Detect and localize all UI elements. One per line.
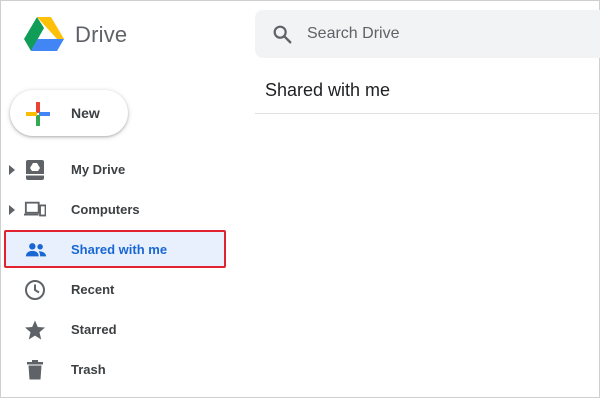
sidebar-item-recent[interactable]: Recent [0, 270, 240, 310]
sidebar-item-starred[interactable]: Starred [0, 310, 240, 350]
search-icon[interactable] [271, 23, 293, 45]
app-title[interactable]: Drive [75, 22, 127, 48]
google-drive-logo-icon[interactable] [24, 16, 64, 52]
sidebar-item-label: My Drive [71, 162, 126, 177]
sidebar-item-label: Recent [71, 282, 115, 297]
plus-icon [26, 102, 50, 126]
new-button[interactable]: New [10, 90, 128, 136]
computers-icon [24, 201, 46, 217]
expand-arrow-icon[interactable] [8, 204, 16, 216]
sidebar-item-label: Trash [71, 362, 106, 377]
trash-icon [27, 360, 43, 380]
my-drive-icon [26, 160, 44, 180]
sidebar-item-label: Computers [71, 202, 140, 217]
people-icon [25, 243, 47, 257]
search-bar[interactable] [255, 10, 600, 58]
sidebar-item-trash[interactable]: Trash [0, 350, 240, 390]
page-title: Shared with me [265, 80, 391, 100]
new-button-label: New [71, 105, 100, 121]
sidebar-item-my-drive[interactable]: My Drive [0, 150, 240, 190]
sidebar-item-shared-with-me[interactable]: Shared with me [4, 230, 226, 268]
sidebar-item-label: Shared with me [71, 242, 168, 257]
expand-arrow-icon[interactable] [8, 164, 16, 176]
clock-icon [25, 280, 45, 300]
sidebar-item-computers[interactable]: Computers [0, 190, 240, 230]
sidebar-item-label: Starred [71, 322, 117, 337]
search-input[interactable] [307, 24, 577, 44]
star-icon [25, 320, 45, 340]
title-divider [255, 113, 600, 114]
